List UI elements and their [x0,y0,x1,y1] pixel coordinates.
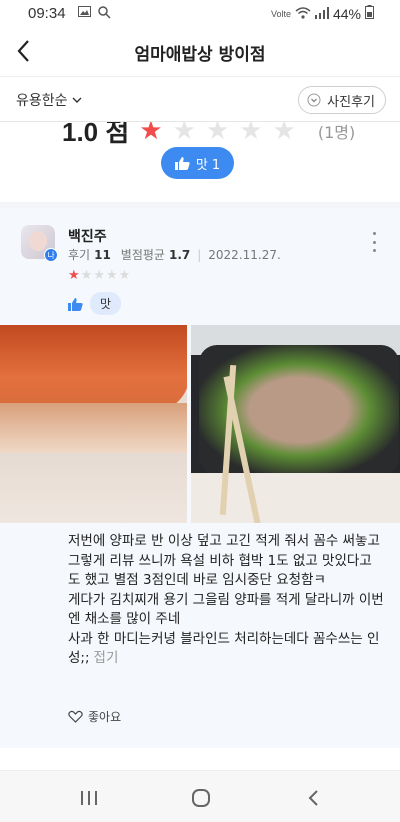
meta-separator: | [197,247,202,262]
sort-label: 유용한순 [16,93,68,109]
heart-icon [68,710,83,723]
home-button[interactable] [188,787,214,809]
back-chevron-icon [308,790,318,806]
review-text-line: 게다가 김치찌개 용기 그을림 양파를 적게 달라니까 이번엔 채소를 많이 주… [68,591,384,628]
avg-rating: 1.7 [168,247,191,262]
tag-row: 맛 [68,292,122,315]
page-title: 엄마애밥상 방이점 [134,45,266,65]
battery-icon [365,5,374,22]
system-back-button[interactable] [300,787,326,809]
wifi-icon [295,6,311,22]
review-photos [0,325,400,523]
app-header: 엄마애밥상 방이점 [0,28,400,76]
taste-like-button[interactable]: 맛 1 [161,147,234,179]
review-text-line: 사과 한 마디는커녕 블라인드 처리하는데다 꼼수쓰는 인성;; 접기 [68,630,384,669]
star-icon: ★ [93,268,105,283]
review-count-label: 후기 [68,248,91,262]
star-icon: ★ [139,122,163,146]
reviewer-meta: 후기 11 별점평균 1.7 | 2022.11.27. [68,246,281,263]
reviewer-name[interactable]: 백진주 [68,226,107,246]
home-icon [192,789,210,807]
gallery-icon [78,6,91,20]
previous-rating-value: 1.0 점 [62,122,130,147]
volte-label: Volte [270,8,291,19]
star-icon: ★ [172,122,196,146]
thumbs-up-icon [174,157,190,170]
thumbs-up-icon [68,297,83,311]
sort-dropdown[interactable]: 유용한순 [16,90,82,110]
review-card: 나 백진주 후기 11 별점평균 1.7 | 2022.11.27. ★ ★ ★… [0,208,400,748]
like-label: 좋아요 [88,710,122,724]
status-time: 09:34 [28,5,66,22]
chevron-down-icon [72,97,82,103]
status-bar: 09:34 Volte 44% [0,0,400,28]
star-icon: ★ [68,268,80,283]
previous-review-card: 1.0 점 ★ ★ ★ ★ ★ (1명) 맛 1 [0,122,400,202]
more-options-button[interactable] [368,232,380,252]
taste-tag: 맛 [90,292,122,315]
filter-bar: 유용한순 사진후기 [0,76,400,122]
recent-apps-button[interactable] [76,787,102,809]
review-photo-stirfry[interactable] [191,325,400,523]
previous-rating: 1.0 점 ★ ★ ★ ★ ★ (1명) [62,122,355,149]
battery-percent: 44% [332,5,361,22]
review-body: 저번에 양파로 반 이상 덮고 고긴 적게 줘서 꼼수 써놓고 그렇게 리뷰 쓰… [68,532,384,669]
photo-reviews-label: 사진후기 [327,94,375,110]
search-status-icon [98,6,111,22]
photo-reviews-toggle[interactable]: 사진후기 [298,86,386,114]
star-icon: ★ [205,122,230,146]
star-icon: ★ [239,122,263,146]
taste-like-label: 맛 1 [195,157,221,173]
avg-rating-label: 별점평균 [120,248,165,262]
review-photo-stew[interactable] [0,325,187,523]
star-icon: ★ [105,268,118,283]
check-circle-icon [307,93,321,107]
review-date: 2022.11.27. [208,247,281,262]
like-button[interactable]: 좋아요 [68,708,121,725]
review-text-line: 저번에 양파로 반 이상 덮고 고긴 적게 줘서 꼼수 써놓고 그렇게 리뷰 쓰… [68,533,380,588]
star-icon: ★ [80,268,93,283]
level-badge: 나 [44,248,58,262]
star-icon: ★ [118,268,131,283]
collapse-link[interactable]: 접기 [94,650,119,666]
signal-icon [314,6,329,22]
star-icon: ★ [272,122,296,146]
recent-apps-icon [81,791,97,805]
system-nav-bar [0,770,400,822]
review-stars: ★ ★ ★ ★ ★ [68,268,130,283]
previous-rating-count: (1명) [317,122,356,142]
review-count: 11 [94,247,111,262]
